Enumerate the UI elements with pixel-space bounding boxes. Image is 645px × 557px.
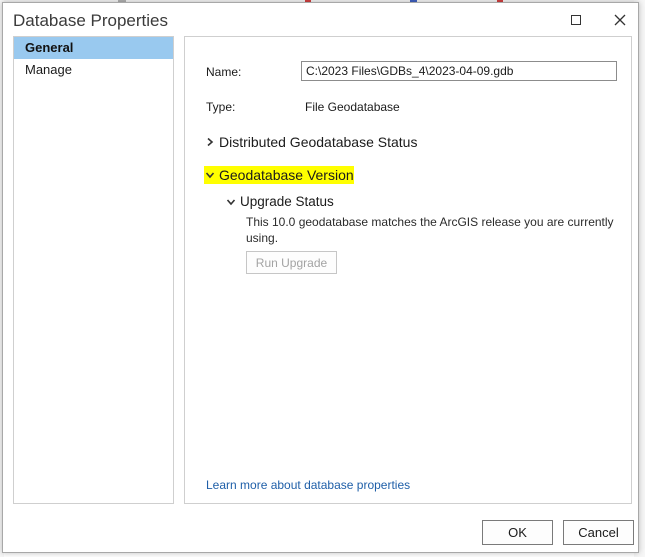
cancel-button[interactable]: Cancel: [563, 520, 634, 545]
nav-item-manage[interactable]: Manage: [14, 59, 173, 81]
learn-more-link[interactable]: Learn more about database properties: [206, 478, 410, 492]
type-label: Type:: [206, 100, 236, 114]
close-icon: [614, 14, 626, 26]
category-nav: General Manage: [13, 36, 174, 504]
upgrade-status-expander[interactable]: Upgrade Status: [225, 194, 334, 209]
geodatabase-version-title: Geodatabase Version: [219, 167, 354, 183]
name-label: Name:: [206, 65, 242, 79]
type-value: File Geodatabase: [305, 100, 400, 114]
geodatabase-version-expander[interactable]: Geodatabase Version: [204, 166, 354, 184]
distributed-status-expander[interactable]: Distributed Geodatabase Status: [204, 134, 417, 150]
chevron-right-icon: [207, 137, 214, 147]
highlight-marker: Geodatabase Version: [204, 166, 354, 184]
chevron-down-icon: [226, 198, 236, 205]
close-button[interactable]: [607, 9, 633, 31]
upgrade-message: This 10.0 geodatabase matches the ArcGIS…: [246, 215, 614, 245]
chevron-down-icon: [205, 172, 215, 179]
run-upgrade-button[interactable]: Run Upgrade: [246, 251, 337, 274]
general-panel: Name: C:\2023 Files\GDBs_4\2023-04-09.gd…: [184, 36, 632, 504]
nav-item-general[interactable]: General: [14, 37, 173, 59]
database-properties-dialog: Database Properties General Manage Name:…: [2, 2, 639, 553]
ok-button[interactable]: OK: [482, 520, 553, 545]
upgrade-status-title: Upgrade Status: [240, 194, 334, 209]
name-field[interactable]: C:\2023 Files\GDBs_4\2023-04-09.gdb: [301, 61, 617, 81]
distributed-status-title: Distributed Geodatabase Status: [219, 134, 418, 150]
maximize-button[interactable]: [563, 9, 589, 31]
maximize-icon: [571, 15, 581, 25]
dialog-title: Database Properties: [13, 11, 168, 30]
